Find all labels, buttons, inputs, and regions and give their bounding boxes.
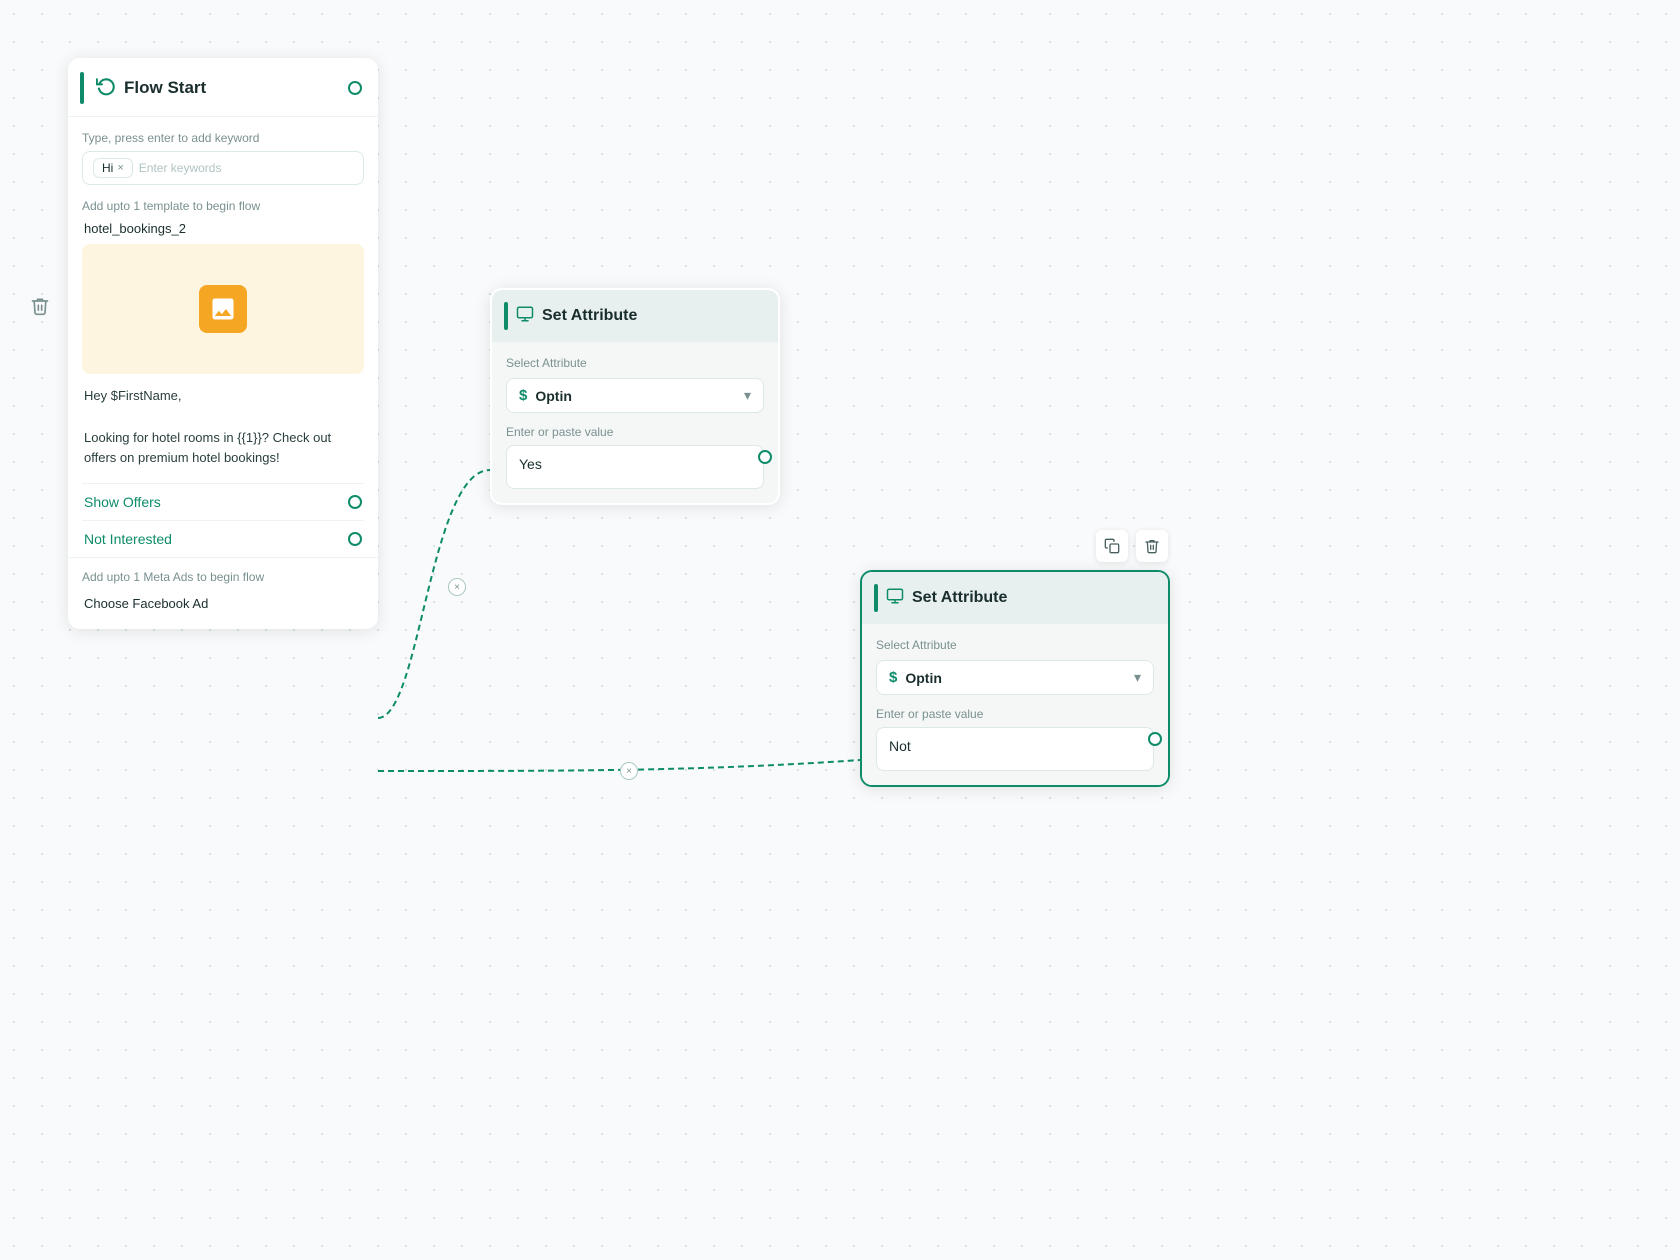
set-attr-2-output-dot[interactable]	[1148, 732, 1162, 746]
set-attr-2-select-left: $ Optin	[889, 669, 942, 686]
set-attr-2-body: Select Attribute $ Optin ▾ Enter or past…	[862, 624, 1168, 785]
flow-start-header: Flow Start	[68, 58, 378, 117]
set-attr-2-header-left: Set Attribute	[874, 584, 1007, 612]
delete-template-button[interactable]	[30, 296, 50, 321]
set-attribute-card-1: Set Attribute Select Attribute $ Optin ▾…	[490, 288, 780, 505]
show-offers-row[interactable]: Show Offers	[82, 483, 364, 520]
keyword-tag-remove[interactable]: ×	[117, 162, 123, 174]
template-message-line1: Hey $FirstName,	[84, 386, 362, 407]
flow-start-output-dot[interactable]	[348, 81, 362, 95]
template-message: Hey $FirstName, Looking for hotel rooms …	[82, 386, 364, 469]
flow-start-title: Flow Start	[124, 78, 206, 98]
set-attr-2-select-label: Select Attribute	[876, 638, 1154, 652]
flow-start-header-left: Flow Start	[80, 72, 206, 104]
meta-ads-section: Add upto 1 Meta Ads to begin flow Choose…	[68, 557, 378, 629]
meta-ads-label: Add upto 1 Meta Ads to begin flow	[82, 570, 364, 584]
template-section-label: Add upto 1 template to begin flow	[82, 199, 364, 213]
set-attr-2-title: Set Attribute	[912, 589, 1007, 607]
set-attr-1-select-label: Select Attribute	[506, 356, 764, 370]
keyword-tag-text: Hi	[102, 161, 113, 175]
flow-start-icon	[96, 76, 116, 101]
set-attr-1-header-left: Set Attribute	[504, 302, 637, 330]
set-attr-1-value-section: Enter or paste value Yes	[506, 425, 764, 489]
set-attr-1-dollar-icon: $	[519, 387, 527, 404]
set-attr-2-select-value: Optin	[905, 670, 942, 686]
set-attr-2-icon	[886, 587, 904, 610]
copy-card-2-button[interactable]	[1096, 530, 1128, 562]
template-name: hotel_bookings_2	[82, 221, 364, 236]
delete-card-2-button[interactable]	[1136, 530, 1168, 562]
set-attr-1-select-value: Optin	[535, 388, 572, 404]
show-offers-output-dot[interactable]	[348, 495, 362, 509]
not-interested-output-dot[interactable]	[348, 532, 362, 546]
set-attr-2-chevron-icon[interactable]: ▾	[1134, 669, 1141, 686]
x-icon-2: ×	[626, 766, 632, 777]
show-offers-label[interactable]: Show Offers	[84, 494, 161, 510]
set-attr-1-value-label: Enter or paste value	[506, 425, 764, 439]
set-attr-1-header: Set Attribute	[492, 290, 778, 342]
keyword-section-label: Type, press enter to add keyword	[82, 131, 364, 145]
image-placeholder-icon	[199, 285, 247, 333]
set-attribute-card-2: Set Attribute Select Attribute $ Optin ▾…	[860, 570, 1170, 787]
choose-fb-ad[interactable]: Choose Facebook Ad	[82, 592, 364, 615]
set-attr-1-body: Select Attribute $ Optin ▾ Enter or past…	[492, 342, 778, 503]
set-attr-1-accent	[504, 302, 508, 330]
set-attr-1-icon	[516, 305, 534, 328]
connection-x-2[interactable]: ×	[620, 762, 638, 780]
set-attr-1-title: Set Attribute	[542, 307, 637, 325]
set-attr-1-select-left: $ Optin	[519, 387, 572, 404]
card-2-actions	[1096, 530, 1168, 562]
set-attr-2-value-box[interactable]: Not	[876, 727, 1154, 771]
keyword-input-row[interactable]: Hi × Enter keywords	[82, 151, 364, 185]
set-attr-2-select-row[interactable]: $ Optin ▾	[876, 660, 1154, 695]
set-attr-1-output-dot[interactable]	[758, 450, 772, 464]
set-attr-2-value-label: Enter or paste value	[876, 707, 1154, 721]
set-attr-2-header: Set Attribute	[862, 572, 1168, 624]
header-accent	[80, 72, 84, 104]
keyword-input-placeholder[interactable]: Enter keywords	[139, 161, 222, 175]
flow-start-card: Flow Start Type, press enter to add keyw…	[68, 58, 378, 629]
not-interested-row[interactable]: Not Interested	[82, 520, 364, 557]
set-attr-1-select-row[interactable]: $ Optin ▾	[506, 378, 764, 413]
keyword-tag-hi[interactable]: Hi ×	[93, 158, 133, 178]
x-icon-1: ×	[454, 582, 460, 593]
set-attr-2-value-section: Enter or paste value Not	[876, 707, 1154, 771]
set-attr-1-value-box[interactable]: Yes	[506, 445, 764, 489]
connection-x-1[interactable]: ×	[448, 578, 466, 596]
canvas: × × Flow Start	[0, 0, 1680, 1260]
not-interested-label[interactable]: Not Interested	[84, 531, 172, 547]
set-attr-2-dollar-icon: $	[889, 669, 897, 686]
flow-start-body: Type, press enter to add keyword Hi × En…	[68, 117, 378, 557]
set-attr-2-accent	[874, 584, 878, 612]
template-image-box	[82, 244, 364, 374]
template-message-line2: Looking for hotel rooms in {{1}}? Check …	[84, 428, 362, 470]
set-attr-1-chevron-icon[interactable]: ▾	[744, 387, 751, 404]
